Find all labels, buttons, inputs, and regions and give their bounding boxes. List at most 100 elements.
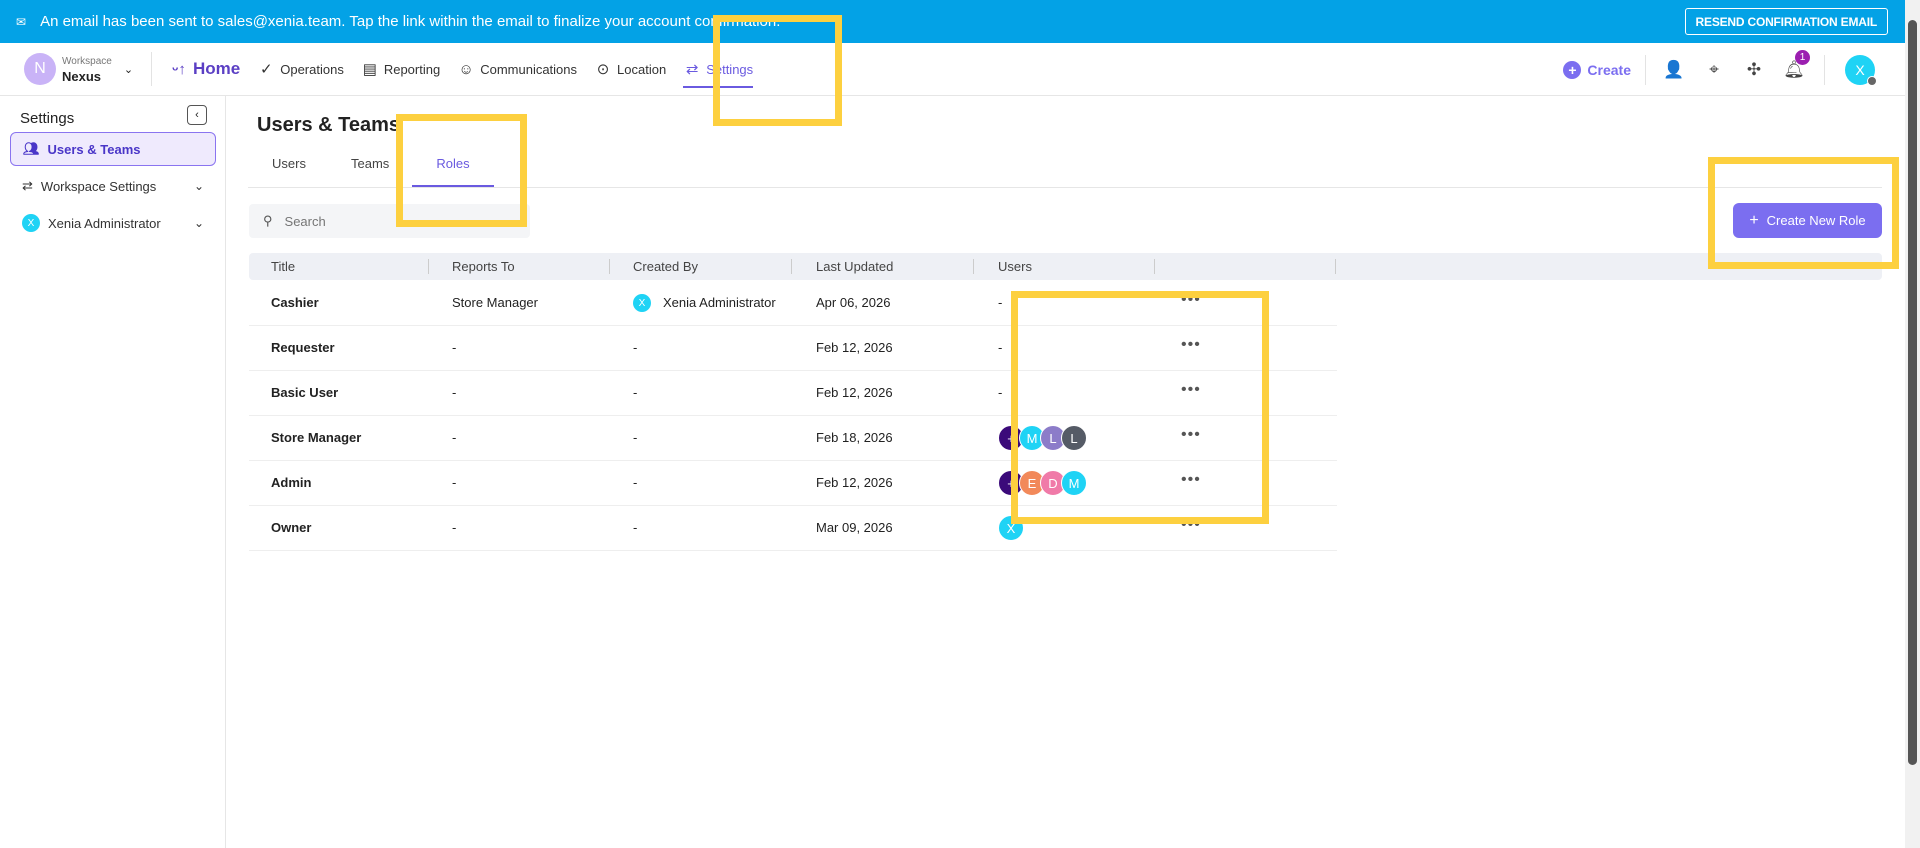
top-nav: N Workspace Nexus ⌄ ᵕ↑ Home ✓ Operations ▤ R… [0, 43, 1905, 96]
bell-icon[interactable]: 🔔︎ 1 [1774, 49, 1814, 80]
table-row[interactable]: Basic User - - Feb 12, 2026 - ••• [249, 371, 1337, 416]
confirmation-banner: ✉ An email has been sent to sales@xenia.… [0, 0, 1905, 43]
more-options-icon[interactable]: ••• [1181, 516, 1201, 534]
users-count: - [998, 340, 1003, 355]
sidebar-item-xenia-administrator[interactable]: X Xenia Administrator ⌄ [10, 206, 216, 240]
user-avatar[interactable]: X [998, 515, 1024, 541]
more-options-icon[interactable]: ••• [1181, 471, 1201, 489]
avatar: X [633, 294, 651, 312]
tab-users[interactable]: Users [272, 156, 306, 187]
reports-to: Store Manager [452, 295, 538, 310]
mail-icon: ✉ [16, 14, 27, 29]
user-avatar[interactable]: M [1061, 470, 1087, 496]
last-updated: Mar 09, 2026 [816, 520, 893, 535]
role-title: Cashier [271, 295, 319, 310]
last-updated: Apr 06, 2026 [816, 295, 891, 310]
more-options-icon[interactable]: ••• [1181, 381, 1201, 399]
role-title: Store Manager [271, 430, 362, 445]
page-title: Users & Teams [257, 114, 401, 136]
location-pin-icon: ⊙ [596, 61, 610, 78]
last-updated: Feb 12, 2026 [816, 340, 893, 355]
plus-icon: + [1749, 211, 1759, 229]
created-by: - [633, 475, 638, 490]
last-updated: Feb 12, 2026 [816, 385, 893, 400]
workspace-name: Nexus [62, 68, 102, 84]
scrollbar[interactable] [1905, 0, 1920, 848]
table-header: Title Reports To Created By Last Updated… [249, 253, 1882, 280]
table-row[interactable]: Requester - - Feb 12, 2026 - ••• [249, 326, 1337, 371]
workspace-label: Workspace [62, 55, 112, 67]
created-by: - [633, 520, 638, 535]
presentation-chart-icon: ▤ [362, 61, 377, 78]
nav-settings[interactable]: ⇄ Settings [683, 43, 753, 96]
search-field[interactable]: ⚲ [249, 204, 530, 238]
role-title: Requester [271, 340, 335, 355]
tab-roles[interactable]: Roles [412, 156, 494, 187]
nav-operations[interactable]: ✓ Operations [257, 43, 344, 96]
banner-message: An email has been sent to sales@xenia.te… [40, 13, 781, 30]
chat-icon: ☺ [458, 60, 474, 78]
column-users: Users [998, 259, 1032, 274]
created-by: - [633, 385, 638, 400]
tab-teams[interactable]: Teams [351, 156, 389, 187]
nav-reporting[interactable]: ▤ Reporting [361, 43, 440, 96]
role-title: Basic User [271, 385, 339, 400]
nav-communications[interactable]: ☺ Communications [457, 43, 578, 96]
search-input[interactable] [284, 213, 485, 229]
users-icon: 👥︎ [23, 141, 40, 156]
sliders-icon: ⇄ [22, 178, 33, 193]
column-created-by: Created By [633, 259, 699, 274]
created-by: - [633, 340, 638, 355]
more-options-icon[interactable]: ••• [1181, 336, 1201, 354]
reports-to: - [452, 340, 457, 355]
created-by: Xenia Administrator [663, 295, 776, 310]
nav-home[interactable]: ᵕ↑ Home [170, 43, 240, 96]
user-avatar[interactable]: X [1845, 54, 1877, 86]
role-title: Admin [271, 475, 312, 490]
table-row[interactable]: Cashier Store Manager X Xenia Administrator… [249, 281, 1337, 326]
reports-to: - [452, 520, 457, 535]
workspace-switcher[interactable]: N Workspace Nexus ⌄ [24, 52, 152, 86]
column-last-updated: Last Updated [816, 259, 894, 274]
puzzle-icon[interactable]: ✣ [1734, 60, 1774, 80]
sliders-icon: ⇄ [685, 61, 699, 78]
collapse-sidebar-icon[interactable]: ‹ [187, 105, 207, 125]
sidebar-header: Settings [20, 110, 75, 127]
chevron-down-icon: ⌄ [123, 63, 134, 76]
created-by: - [633, 430, 638, 445]
plus-circle-icon: + [1563, 60, 1582, 79]
more-options-icon[interactable]: ••• [1181, 291, 1201, 309]
last-updated: Feb 12, 2026 [816, 475, 893, 490]
telescope-icon[interactable]: ⌖ [1694, 60, 1734, 80]
more-options-icon[interactable]: ••• [1181, 426, 1201, 444]
notification-badge: 1 [1795, 49, 1810, 65]
role-title: Owner [271, 520, 312, 535]
tabs: Users Teams Roles [248, 150, 1882, 188]
sidebar-item-workspace-settings[interactable]: ⇄ Workspace Settings ⌄ [10, 169, 216, 203]
settings-sidebar: Settings ‹ 👥︎ Users & Teams ⇄ Workspace Se… [0, 96, 226, 848]
table-row[interactable]: Admin - - Feb 12, 2026 + E D M ••• [249, 461, 1337, 506]
create-new-role-button[interactable]: + Create New Role [1733, 203, 1882, 238]
check-circle-icon: ✓ [259, 61, 273, 78]
home-logo-icon: ᵕ↑ [172, 60, 186, 78]
avatar: X [22, 214, 40, 232]
column-reports-to: Reports To [452, 259, 515, 274]
chevron-down-icon: ⌄ [193, 216, 204, 230]
search-icon: ⚲ [263, 213, 273, 228]
sidebar-item-users-teams[interactable]: 👥︎ Users & Teams [10, 132, 216, 166]
chevron-down-icon: ⌄ [193, 179, 204, 193]
nav-location[interactable]: ⊙ Location [594, 43, 666, 96]
last-updated: Feb 18, 2026 [816, 430, 893, 445]
reports-to: - [452, 475, 457, 490]
users-count: - [998, 385, 1003, 400]
table-row[interactable]: Owner - - Mar 09, 2026 X ••• [249, 506, 1337, 551]
user-avatar[interactable]: L [1061, 425, 1087, 451]
create-button[interactable]: + Create [1563, 54, 1646, 85]
invite-user-icon[interactable]: 👤 [1654, 60, 1694, 80]
reports-to: - [452, 430, 457, 445]
table-row[interactable]: Store Manager - - Feb 18, 2026 + M L L ••• [249, 416, 1337, 461]
column-title: Title [271, 259, 296, 274]
reports-to: - [452, 385, 457, 400]
resend-confirmation-button[interactable]: RESEND CONFIRMATION EMAIL [1684, 8, 1888, 35]
users-count: - [998, 295, 1003, 310]
